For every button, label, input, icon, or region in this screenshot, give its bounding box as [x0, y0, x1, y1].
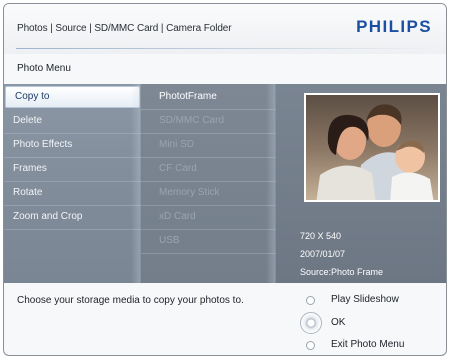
play-slideshow-label: Play Slideshow [331, 294, 399, 305]
header: Photos | Source | SD/MMC Card | Camera F… [4, 4, 446, 54]
destination-item-xd-card[interactable]: xD Card [141, 206, 276, 230]
menu-item-copy-to[interactable]: Copy to [5, 86, 140, 108]
photo-frame-screen: Photos | Source | SD/MMC Card | Camera F… [3, 3, 447, 356]
photo-date: 2007/01/07 [300, 249, 346, 259]
menu-item-delete[interactable]: Delete [4, 110, 141, 134]
instruction-text: Choose your storage media to copy your p… [17, 295, 244, 306]
menu-item-photo-effects[interactable]: Photo Effects [4, 134, 141, 158]
menu-panel: Copy to Delete Photo Effects Frames Rota… [4, 84, 446, 283]
radio-icon [306, 296, 315, 305]
radio-icon [306, 341, 315, 350]
photo-thumbnail [304, 93, 440, 202]
philips-logo: PHILIPS [356, 17, 432, 36]
photo-source: Source:Photo Frame [300, 267, 384, 277]
preview-pane: 720 X 540 2007/01/07 Source:Photo Frame [276, 84, 446, 283]
menu-item-frames[interactable]: Frames [4, 158, 141, 182]
destination-item-cf-card[interactable]: CF Card [141, 158, 276, 182]
header-divider [16, 48, 434, 49]
ok-dial-icon [300, 312, 322, 334]
destination-item-sd-mmc-card[interactable]: SD/MMC Card [141, 110, 276, 134]
breadcrumb: Photos | Source | SD/MMC Card | Camera F… [17, 23, 232, 34]
menu-item-rotate[interactable]: Rotate [4, 182, 141, 206]
destination-item-usb[interactable]: USB [141, 230, 276, 254]
photo-info: 720 X 540 2007/01/07 Source:Photo Frame [300, 227, 383, 281]
exit-photo-menu-label: Exit Photo Menu [331, 339, 405, 350]
family-photo-image [306, 95, 438, 200]
destination-item-memory-stick[interactable]: Memory Stick [141, 182, 276, 206]
menu-item-zoom-and-crop[interactable]: Zoom and Crop [4, 206, 141, 230]
destination-list: PhototFrame SD/MMC Card Mini SD CF Card … [141, 84, 276, 283]
photo-resolution: 720 X 540 [300, 231, 342, 241]
photo-menu-list: Copy to Delete Photo Effects Frames Rota… [4, 84, 141, 283]
destination-item-mini-sd[interactable]: Mini SD [141, 134, 276, 158]
page-title: Photo Menu [17, 63, 71, 74]
ok-label: OK [331, 317, 346, 328]
destination-item-photoframe[interactable]: PhototFrame [141, 86, 276, 110]
